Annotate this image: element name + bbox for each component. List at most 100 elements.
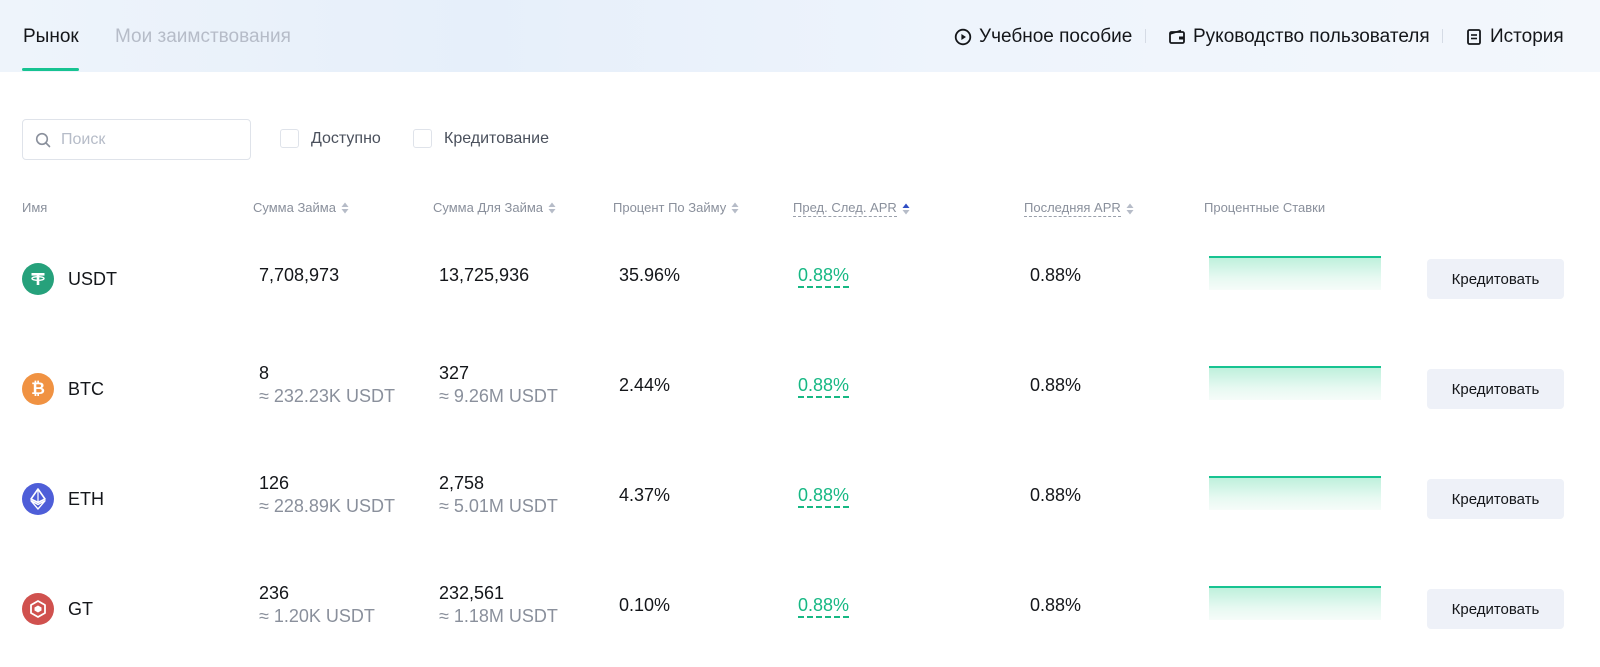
history-link-label: История [1490,26,1564,47]
coin-cell: GT [22,593,93,625]
sort-active-icon [902,203,910,214]
interest-rate-sparkline [1209,256,1381,290]
loan-amount-cell: 126 ≈ 228.89K USDT [259,472,395,518]
available-cell: 232,561 ≈ 1.18M USDT [439,582,558,628]
bitcoin-icon: ₿ [22,373,54,405]
column-header-available[interactable]: Сумма Для Займа [433,200,556,215]
column-header-name-label: Имя [22,200,48,215]
column-header-loan-amount[interactable]: Сумма Займа [253,200,349,215]
tab-my-loans[interactable]: Мои заимствования [115,26,291,48]
loan-amount-usdt: ≈ 232.23K USDT [259,386,395,406]
wallet-icon [1169,29,1185,44]
available-filter[interactable]: Доступно [280,129,381,148]
tutorial-link[interactable]: Учебное пособие [954,26,1132,48]
coin-name: USDT [68,268,117,289]
loan-amount: 126 [259,473,290,493]
tab-market[interactable]: Рынок [23,26,79,48]
lend-button[interactable]: Кредитовать [1427,369,1564,409]
coin-cell: ETH [22,483,104,515]
column-header-available-label: Сумма Для Займа [433,200,544,215]
loan-amount-cell: 8 ≈ 232.23K USDT [259,362,395,408]
coin-cell: ₿ BTC [22,373,104,405]
loan-rate: 0.10% [619,595,671,615]
table-row: GT 236 ≈ 1.20K USDT 232,561 ≈ 1.18M USDT… [0,573,1600,653]
last-apr: 0.88% [1030,265,1082,285]
sort-icon [548,202,556,213]
sort-icon [341,202,349,213]
column-header-loan-amount-label: Сумма Займа [253,200,336,215]
table-row: ETH 126 ≈ 228.89K USDT 2,758 ≈ 5.01M USD… [0,463,1600,543]
last-apr: 0.88% [1030,485,1082,505]
table-row: USDT 7,708,973 13,725,936 35.96% 0.88% 0… [0,243,1600,323]
lend-button[interactable]: Кредитовать [1427,479,1564,519]
loan-amount: 8 [259,363,270,383]
last-apr: 0.88% [1030,375,1082,395]
available-usdt: ≈ 1.18M USDT [439,606,558,626]
column-header-last-apr-label: Последняя APR [1024,200,1121,217]
lend-button[interactable]: Кредитовать [1427,589,1564,629]
lending-checkbox[interactable] [413,129,432,148]
available-cell: 327 ≈ 9.26M USDT [439,362,558,408]
column-header-name: Имя [22,200,47,215]
loan-amount-cell: 7,708,973 [259,264,339,287]
column-header-predicted-apr-label: Пред. След. APR [793,200,897,217]
column-header-interest-rates-label: Процентные Ставки [1204,200,1326,215]
lending-label: Кредитование [444,129,549,147]
coin-name: ETH [68,488,104,509]
lend-button[interactable]: Кредитовать [1427,259,1564,299]
column-header-interest-rates: Процентные Ставки [1204,200,1325,215]
top-navigation-bar: Рынок Мои заимствования Учебное пособие … [0,0,1600,72]
last-apr: 0.88% [1030,595,1082,615]
loan-rate: 35.96% [619,265,681,285]
available-amount: 2,758 [439,473,485,493]
loan-amount-usdt: ≈ 228.89K USDT [259,496,395,516]
available-cell: 2,758 ≈ 5.01M USDT [439,472,558,518]
coin-cell: USDT [22,263,117,295]
coin-name: GT [68,598,93,619]
interest-rate-sparkline [1209,476,1381,510]
loan-rate: 2.44% [619,375,671,395]
column-header-loan-rate-label: Процент По Займу [613,200,727,215]
available-amount: 232,561 [439,583,505,603]
predicted-apr[interactable]: 0.88% [798,264,850,288]
search-input[interactable] [61,130,231,149]
loan-amount: 236 [259,583,290,603]
available-usdt: ≈ 5.01M USDT [439,496,558,516]
available-label: Доступно [311,129,381,147]
sort-icon [1126,203,1134,214]
loan-amount-usdt: ≈ 1.20K USDT [259,606,375,626]
history-link[interactable]: История [1465,26,1564,48]
interest-rate-sparkline [1209,586,1381,620]
column-header-last-apr[interactable]: Последняя APR [1024,200,1134,217]
tutorial-link-label: Учебное пособие [979,26,1133,47]
sort-icon [731,202,739,213]
divider [1145,29,1146,43]
active-tab-indicator [22,68,79,71]
predicted-apr[interactable]: 0.88% [798,484,850,508]
lending-filter[interactable]: Кредитование [413,129,549,148]
available-checkbox[interactable] [280,129,299,148]
predicted-apr[interactable]: 0.88% [798,374,850,398]
table-row: ₿ BTC 8 ≈ 232.23K USDT 327 ≈ 9.26M USDT … [0,353,1600,433]
available-usdt: ≈ 9.26M USDT [439,386,558,406]
loan-amount-cell: 236 ≈ 1.20K USDT [259,582,375,628]
search-box[interactable] [22,119,251,160]
available-amount: 13,725,936 [439,265,530,285]
loan-rate: 4.37% [619,485,671,505]
user-guide-link[interactable]: Руководство пользователя [1168,26,1430,48]
gatetoken-icon [22,593,54,625]
tether-icon [22,263,54,295]
column-header-loan-rate[interactable]: Процент По Займу [613,200,739,215]
loan-amount: 7,708,973 [259,265,340,285]
play-circle-icon [954,28,972,46]
predicted-apr[interactable]: 0.88% [798,594,850,618]
interest-rate-sparkline [1209,366,1381,400]
document-icon [1467,29,1481,45]
search-icon [35,132,51,147]
column-header-predicted-apr[interactable]: Пред. След. APR [793,200,910,217]
divider [1442,29,1443,43]
available-amount: 327 [439,363,470,383]
coin-name: BTC [68,378,104,399]
available-cell: 13,725,936 [439,264,529,287]
ethereum-icon [22,483,54,515]
